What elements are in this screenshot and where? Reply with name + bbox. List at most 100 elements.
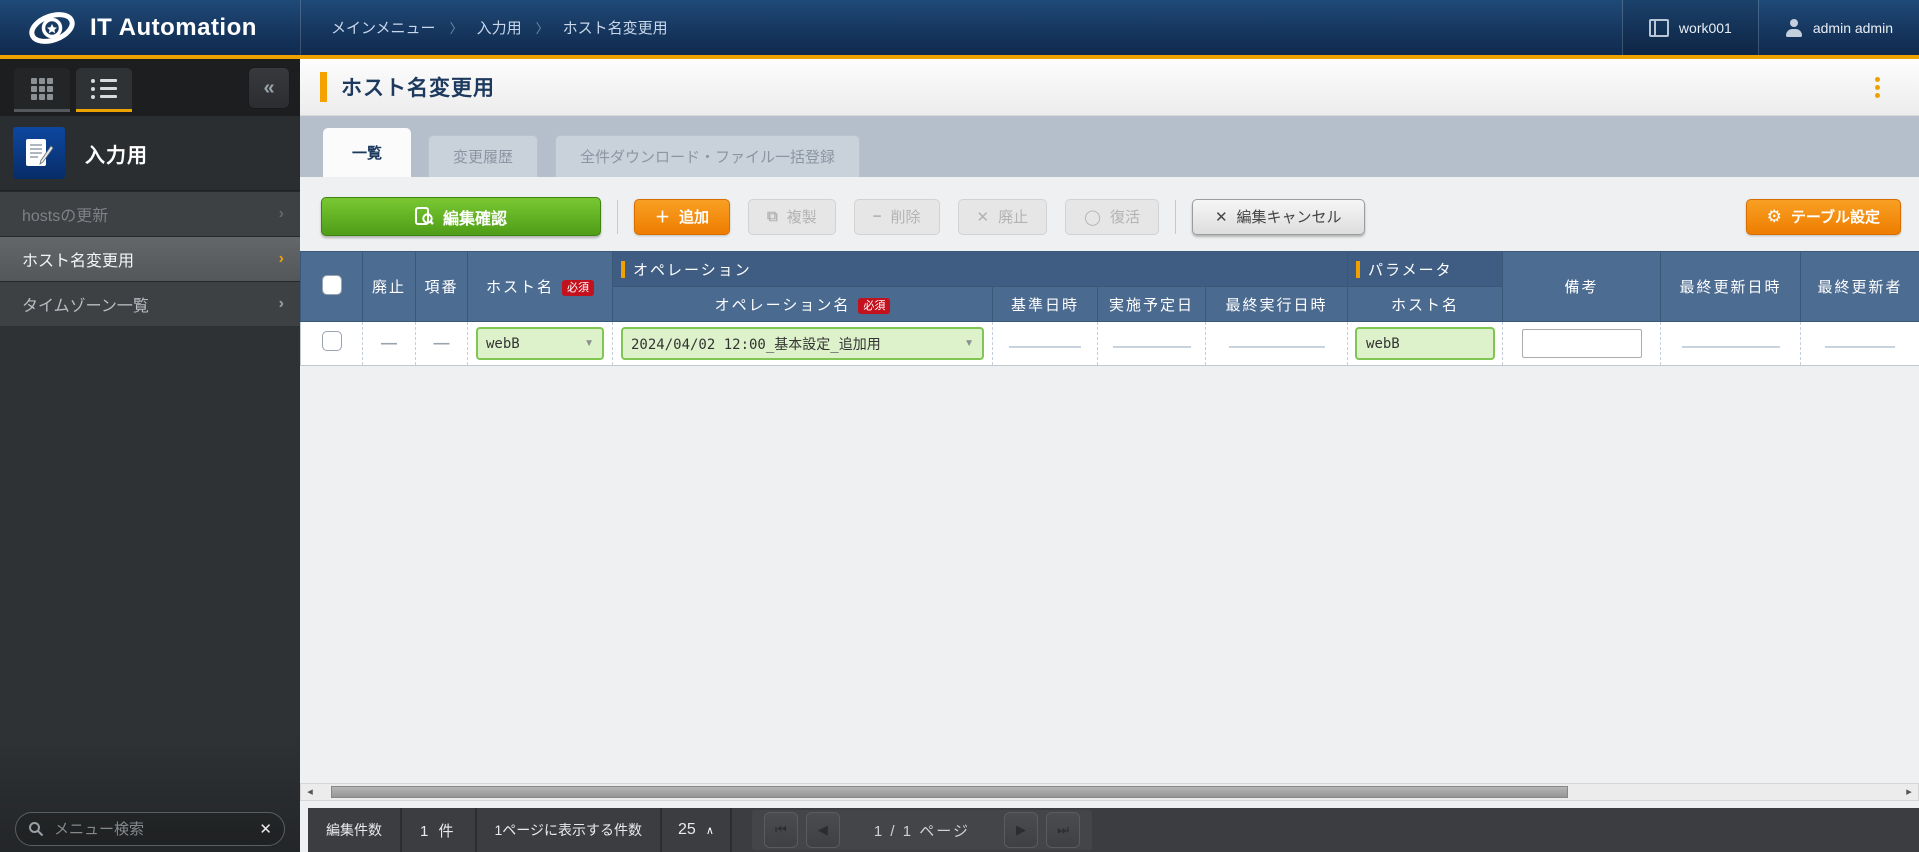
chevron-right-icon: › <box>279 205 284 223</box>
row-param-host-name-cell <box>1348 322 1503 366</box>
breadcrumb: メインメニュー 〉 入力用 〉 ホスト名変更用 <box>301 17 1622 38</box>
footer-bar: 編集件数 1 件 1ページに表示する件数 25 ∧ ⏮ ◀ 1 / 1 ページ … <box>308 808 1919 852</box>
scroll-left-icon[interactable]: ◂ <box>303 785 317 799</box>
restore-button[interactable]: ◯ 復活 <box>1065 199 1159 235</box>
app-title: IT Automation <box>90 14 257 42</box>
main-content: ホスト名変更用 一覧 変更履歴 全件ダウンロード・ファイル一括登録 編集確認 <box>300 59 1919 852</box>
table-settings-button[interactable]: ⚙ テーブル設定 <box>1746 199 1901 235</box>
input-menu-group-icon <box>13 127 65 179</box>
gear-icon: ⚙ <box>1767 207 1782 227</box>
per-page-select[interactable]: 25 ∧ <box>662 808 732 852</box>
row-scheduled-date-cell <box>1098 322 1206 366</box>
edit-cancel-button[interactable]: ✕ 編集キャンセル <box>1192 199 1365 235</box>
next-page-button[interactable]: ▶ <box>1004 812 1038 848</box>
discard-button[interactable]: ✕ 廃止 <box>958 199 1048 235</box>
toolbar: 編集確認 ＋ 追加 ⧉ 複製 − 削除 ✕ <box>300 197 1919 236</box>
user-icon <box>1785 19 1803 37</box>
menu-list-tab[interactable] <box>76 68 132 112</box>
edit-check-icon <box>415 207 434 226</box>
column-header-remarks[interactable]: 備考 <box>1503 252 1661 322</box>
clear-search-icon[interactable]: ✕ <box>259 820 272 838</box>
param-host-name-input[interactable] <box>1366 336 1484 352</box>
table-row: — — webB ▼ 2024/04/02 12:00_基本設定_追加用 ▼ <box>301 322 1919 366</box>
remarks-input[interactable] <box>1522 329 1642 358</box>
sidebar-item-timezone-list[interactable]: タイムゾーン一覧 › <box>0 281 300 326</box>
row-item-no-cell: — <box>416 322 468 366</box>
pagination: ⏮ ◀ 1 / 1 ページ ▶ ⏭ <box>752 810 1092 850</box>
menu-search-box: ✕ <box>15 812 285 846</box>
duplicate-button[interactable]: ⧉ 複製 <box>748 199 836 235</box>
column-header-scheduled-date[interactable]: 実施予定日 <box>1098 287 1206 322</box>
sidebar-menu-list: hostsの更新 › ホスト名変更用 › タイムゾーン一覧 › <box>0 191 300 326</box>
page-title: ホスト名変更用 <box>341 72 495 102</box>
scroll-right-icon[interactable]: ▸ <box>1902 785 1916 799</box>
dropdown-arrow-icon: ▼ <box>584 338 594 349</box>
delete-button[interactable]: − 削除 <box>854 199 940 235</box>
tab-list[interactable]: 一覧 <box>323 128 411 177</box>
menu-search-input[interactable] <box>54 821 259 838</box>
last-page-button[interactable]: ⏭ <box>1046 812 1080 848</box>
tab-download-bulk-register[interactable]: 全件ダウンロード・ファイル一括登録 <box>555 135 860 177</box>
column-header-last-run[interactable]: 最終実行日時 <box>1206 287 1348 322</box>
row-select-cell <box>301 322 363 366</box>
breadcrumb-separator-icon: 〉 <box>450 18 463 37</box>
horizontal-scrollbar: ◂ ▸ <box>300 783 1919 801</box>
empty-value-line <box>1009 346 1081 348</box>
column-header-host-name[interactable]: ホスト名必須 <box>468 252 613 322</box>
add-button[interactable]: ＋ 追加 <box>634 199 730 235</box>
duplicate-icon: ⧉ <box>767 208 778 225</box>
column-header-last-updated[interactable]: 最終更新日時 <box>1661 252 1801 322</box>
logo-area[interactable]: IT Automation <box>0 9 300 47</box>
select-all-header-cell <box>301 252 363 322</box>
row-remarks-cell <box>1503 322 1661 366</box>
top-header: IT Automation メインメニュー 〉 入力用 〉 ホスト名変更用 wo… <box>0 0 1919 55</box>
toolbar-separator <box>1175 200 1176 234</box>
prev-page-button[interactable]: ◀ <box>806 812 840 848</box>
sidebar-item-label: ホスト名変更用 <box>22 247 134 271</box>
group-accent-bar <box>621 261 625 278</box>
breadcrumb-separator-icon: 〉 <box>536 18 549 37</box>
column-header-param-host-name[interactable]: ホスト名 <box>1348 287 1503 322</box>
select-all-checkbox[interactable] <box>322 275 342 295</box>
header-right: work001 admin admin <box>1622 0 1919 55</box>
per-page-value: 25 <box>678 821 696 839</box>
tab-change-history[interactable]: 変更履歴 <box>428 135 538 177</box>
column-header-updated-by[interactable]: 最終更新者 <box>1801 252 1919 322</box>
sidebar-item-hostname-change[interactable]: ホスト名変更用 › <box>0 236 300 281</box>
operation-name-select[interactable]: 2024/04/02 12:00_基本設定_追加用 ▼ <box>621 327 984 360</box>
edit-count-value: 1 件 <box>402 808 477 852</box>
host-name-select[interactable]: webB ▼ <box>476 327 604 360</box>
scrollbar-thumb[interactable] <box>331 786 1568 798</box>
breadcrumb-current: ホスト名変更用 <box>563 17 668 38</box>
row-operation-cell: 2024/04/02 12:00_基本設定_追加用 ▼ <box>613 322 993 366</box>
body-area: 編集確認 ＋ 追加 ⧉ 複製 − 削除 ✕ <box>300 177 1919 852</box>
breadcrumb-main-menu[interactable]: メインメニュー <box>331 17 436 38</box>
edit-confirm-button[interactable]: 編集確認 <box>321 197 601 236</box>
title-accent-bar <box>320 72 327 102</box>
row-checkbox[interactable] <box>322 331 342 351</box>
column-header-operation-name[interactable]: オペレーション名必須 <box>613 287 993 322</box>
column-header-base-datetime[interactable]: 基準日時 <box>993 287 1098 322</box>
x-icon: ✕ <box>1215 208 1228 226</box>
menu-grid-tab[interactable] <box>14 68 70 112</box>
workspace-name: work001 <box>1679 20 1732 36</box>
x-icon: ✕ <box>977 208 990 226</box>
first-page-button[interactable]: ⏮ <box>764 812 798 848</box>
last-page-icon: ⏭ <box>1057 822 1069 838</box>
param-host-name-input-wrap <box>1355 327 1495 360</box>
breadcrumb-input[interactable]: 入力用 <box>477 17 522 38</box>
page-title-bar: ホスト名変更用 <box>300 59 1919 116</box>
empty-value-line <box>1682 346 1780 348</box>
kebab-menu-icon[interactable] <box>1863 73 1891 101</box>
sidebar-collapse-button[interactable]: « <box>248 67 290 109</box>
minus-icon: − <box>873 208 882 225</box>
sidebar-item-hosts-update[interactable]: hostsの更新 › <box>0 191 300 236</box>
column-header-item-no[interactable]: 項番 <box>416 252 468 322</box>
column-header-discard[interactable]: 廃止 <box>363 252 416 322</box>
user-name: admin admin <box>1813 20 1893 36</box>
workspace-selector[interactable]: work001 <box>1623 0 1758 55</box>
row-discard-cell: — <box>363 322 416 366</box>
sidebar-item-label: タイムゾーン一覧 <box>22 292 149 316</box>
dropdown-arrow-icon: ▼ <box>964 338 974 349</box>
user-menu[interactable]: admin admin <box>1759 0 1919 55</box>
